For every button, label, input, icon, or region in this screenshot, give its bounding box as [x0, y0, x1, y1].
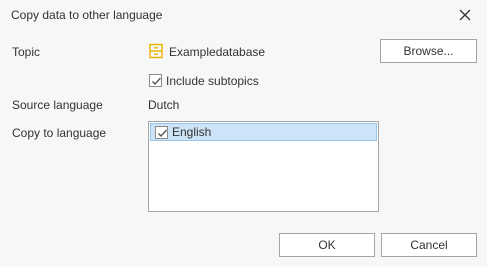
include-subtopics-checkbox[interactable]: Include subtopics [149, 73, 259, 88]
include-subtopics-label: Include subtopics [166, 73, 259, 88]
topic-label: Topic [12, 45, 41, 59]
copy-language-dialog: Copy data to other language Topic Exampl… [0, 0, 487, 267]
source-language-value: Dutch [148, 98, 180, 112]
checkbox-icon[interactable] [149, 74, 162, 87]
dialog-title: Copy data to other language [11, 8, 163, 22]
copy-to-language-label: Copy to language [12, 126, 107, 140]
list-item-english[interactable]: English [150, 123, 377, 141]
language-label: English [172, 125, 212, 139]
ok-button[interactable]: OK [279, 233, 375, 257]
language-listbox[interactable]: English [148, 121, 379, 212]
source-language-label: Source language [12, 98, 103, 112]
close-icon[interactable] [457, 7, 473, 23]
cancel-button[interactable]: Cancel [381, 233, 477, 257]
database-icon [148, 43, 164, 59]
topic-value: Exampledatabase [169, 45, 266, 59]
browse-button[interactable]: Browse... [380, 39, 477, 63]
checkbox-icon[interactable] [155, 125, 168, 139]
